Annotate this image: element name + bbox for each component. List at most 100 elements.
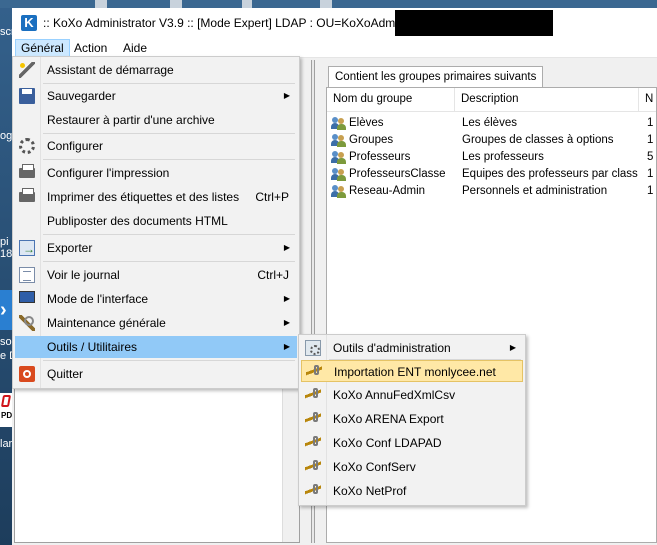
wrench-icon xyxy=(305,459,321,475)
cell-n: 1 xyxy=(647,134,654,146)
submenu-arrow-icon: ▶ xyxy=(283,91,291,100)
menu-item-exporter[interactable]: Exporter ▶ xyxy=(15,237,297,260)
menu-item-imprimer-des-etiquettes-et-des-listes[interactable]: Imprimer des étiquettes et des listes Ctr… xyxy=(15,186,297,208)
menu-item-maintenance-generale[interactable]: Maintenance générale ▶ xyxy=(15,312,297,334)
cell-group-name: Elèves xyxy=(349,117,384,129)
tools-icon xyxy=(19,315,35,331)
desktop-icon-label: 18 xyxy=(0,248,12,260)
menu-item-quitter[interactable]: Quitter xyxy=(15,363,297,385)
table-row[interactable]: ProfesseursClasse Equipes des professeurs… xyxy=(327,166,656,183)
cell-n: 1 xyxy=(647,168,654,180)
menu-item-label: Configurer xyxy=(47,139,104,153)
submenu-item-koxo-conf-ldapad[interactable]: KoXo Conf LDAPAD xyxy=(301,432,523,454)
title-bar-blank xyxy=(553,8,657,38)
desktop-icon-label: lar xyxy=(0,438,12,450)
menu-item-label: Imprimer des étiquettes et des listes xyxy=(47,190,240,204)
menu-item-label: KoXo ConfServ xyxy=(333,460,416,474)
cell-description: Les professeurs xyxy=(462,151,544,163)
wrench-icon xyxy=(305,387,321,403)
menu-action[interactable]: Action xyxy=(69,39,112,57)
title-bar[interactable]: K :: KoXo Administrator V3.9 :: [Mode Ex… xyxy=(12,8,657,38)
menu-separator xyxy=(43,360,295,361)
menu-item-mode-de-l-interface[interactable]: Mode de l'interface ▶ xyxy=(15,288,297,310)
tools-submenu: Outils d'administration ▶ Importation ENT … xyxy=(298,334,526,506)
menu-item-restaurer-a-partir-d-une-archive[interactable]: Restaurer à partir d'une archive xyxy=(15,109,297,131)
menu-general[interactable]: Général xyxy=(15,39,70,57)
cell-n: 1 xyxy=(647,117,654,129)
desktop-pdf-label: PD xyxy=(1,411,13,420)
menu-aide[interactable]: Aide xyxy=(118,39,152,57)
desktop-pdf-icon[interactable]: PD xyxy=(0,393,12,427)
cell-description: Equipes des professeurs par classe xyxy=(462,168,638,180)
menu-item-label: KoXo Conf LDAPAD xyxy=(333,436,442,450)
submenu-item-koxo-netprof[interactable]: KoXo NetProf xyxy=(301,480,523,502)
column-header-description[interactable]: Description xyxy=(455,88,639,112)
cell-n: 5 xyxy=(647,151,654,163)
submenu-item-outils-d-administration[interactable]: Outils d'administration ▶ xyxy=(301,337,523,359)
wrench-icon xyxy=(305,483,321,499)
submenu-item-koxo-annufedxmlcsv[interactable]: KoXo AnnuFedXmlCsv xyxy=(301,384,523,406)
table-row[interactable]: Reseau-Admin Personnels et administration… xyxy=(327,183,656,200)
printer-icon xyxy=(19,188,35,202)
wrench-icon xyxy=(305,435,321,451)
cell-group-name: Reseau-Admin xyxy=(349,185,426,197)
column-header-group-name[interactable]: Nom du groupe xyxy=(327,88,455,112)
general-menu: Assistant de démarrage Sauvegarder ▶ Restau… xyxy=(12,56,300,389)
menu-item-outils-utilitaires[interactable]: Outils / Utilitaires ▶ xyxy=(15,336,297,358)
desktop-background xyxy=(0,0,12,545)
menu-item-shortcut: Ctrl+P xyxy=(255,190,289,204)
menu-item-label: Outils d'administration xyxy=(333,341,451,355)
table-row[interactable]: Professeurs Les professeurs 5 xyxy=(327,149,656,166)
printer-icon xyxy=(19,164,35,178)
wrench-icon xyxy=(305,411,321,427)
export-icon xyxy=(19,238,35,260)
redacted-block xyxy=(395,10,553,36)
menu-item-publiposter-des-documents-html[interactable]: Publiposter des documents HTML xyxy=(15,210,297,232)
desktop-icon-label: pi xyxy=(0,236,9,248)
menu-item-sauvegarder[interactable]: Sauvegarder ▶ xyxy=(15,85,297,107)
gear-icon xyxy=(19,138,35,154)
menu-item-label: KoXo NetProf xyxy=(333,484,407,498)
menu-item-label: KoXo ARENA Export xyxy=(333,412,444,426)
menu-item-label: KoXo AnnuFedXmlCsv xyxy=(333,388,456,402)
submenu-item-koxo-confserv[interactable]: KoXo ConfServ xyxy=(301,456,523,478)
menu-separator xyxy=(43,261,295,262)
listview-header: Nom du groupe Description N xyxy=(327,88,656,112)
menu-item-assistant-de-demarrage[interactable]: Assistant de démarrage xyxy=(15,59,297,81)
menu-item-label: Sauvegarder xyxy=(47,89,116,103)
submenu-arrow-icon: ▶ xyxy=(283,243,291,252)
cell-description: Les élèves xyxy=(462,117,517,129)
menu-item-label: Outils / Utilitaires xyxy=(47,340,138,354)
wand-icon xyxy=(19,62,35,78)
table-row[interactable]: Groupes Groupes de classes à options 1 xyxy=(327,132,656,149)
desktop-top-strip xyxy=(0,0,657,8)
journal-icon xyxy=(19,267,35,283)
window-title: :: KoXo Administrator V3.9 :: [Mode Expe… xyxy=(43,16,423,30)
desktop-app-icon[interactable]: › xyxy=(0,290,12,330)
table-row[interactable]: Elèves Les élèves 1 xyxy=(327,115,656,132)
submenu-item-importation-ent-monlycee-net[interactable]: Importation ENT monlycee.net xyxy=(301,360,523,382)
menu-item-label: Importation ENT monlycee.net xyxy=(334,365,496,379)
menu-item-configurer-l-impression[interactable]: Configurer l'impression xyxy=(15,162,297,184)
floppy-icon xyxy=(19,88,35,104)
group-icon xyxy=(331,133,347,147)
menu-separator xyxy=(43,234,295,235)
group-icon xyxy=(331,184,347,198)
menu-item-label: Configurer l'impression xyxy=(47,166,170,180)
menu-item-configurer[interactable]: Configurer xyxy=(15,135,297,157)
cell-n: 1 xyxy=(647,185,654,197)
monitor-icon xyxy=(19,291,35,303)
koxo-app-icon[interactable]: K xyxy=(21,15,37,31)
cell-group-name: Groupes xyxy=(349,134,394,146)
menu-item-label: Maintenance générale xyxy=(47,316,166,330)
tab-primary-groups[interactable]: Contient les groupes primaires suivants xyxy=(328,66,544,88)
submenu-item-koxo-arena-export[interactable]: KoXo ARENA Export xyxy=(301,408,523,430)
menu-item-voir-le-journal[interactable]: Voir le journal Ctrl+J xyxy=(15,264,297,286)
group-icon xyxy=(331,150,347,164)
submenu-arrow-icon: ▶ xyxy=(283,318,291,327)
admin-icon xyxy=(305,340,321,356)
column-header-n[interactable]: N xyxy=(639,88,657,112)
cell-description: Personnels et administration xyxy=(462,185,608,197)
menu-item-shortcut: Ctrl+J xyxy=(257,268,289,282)
submenu-arrow-icon: ▶ xyxy=(283,342,291,351)
